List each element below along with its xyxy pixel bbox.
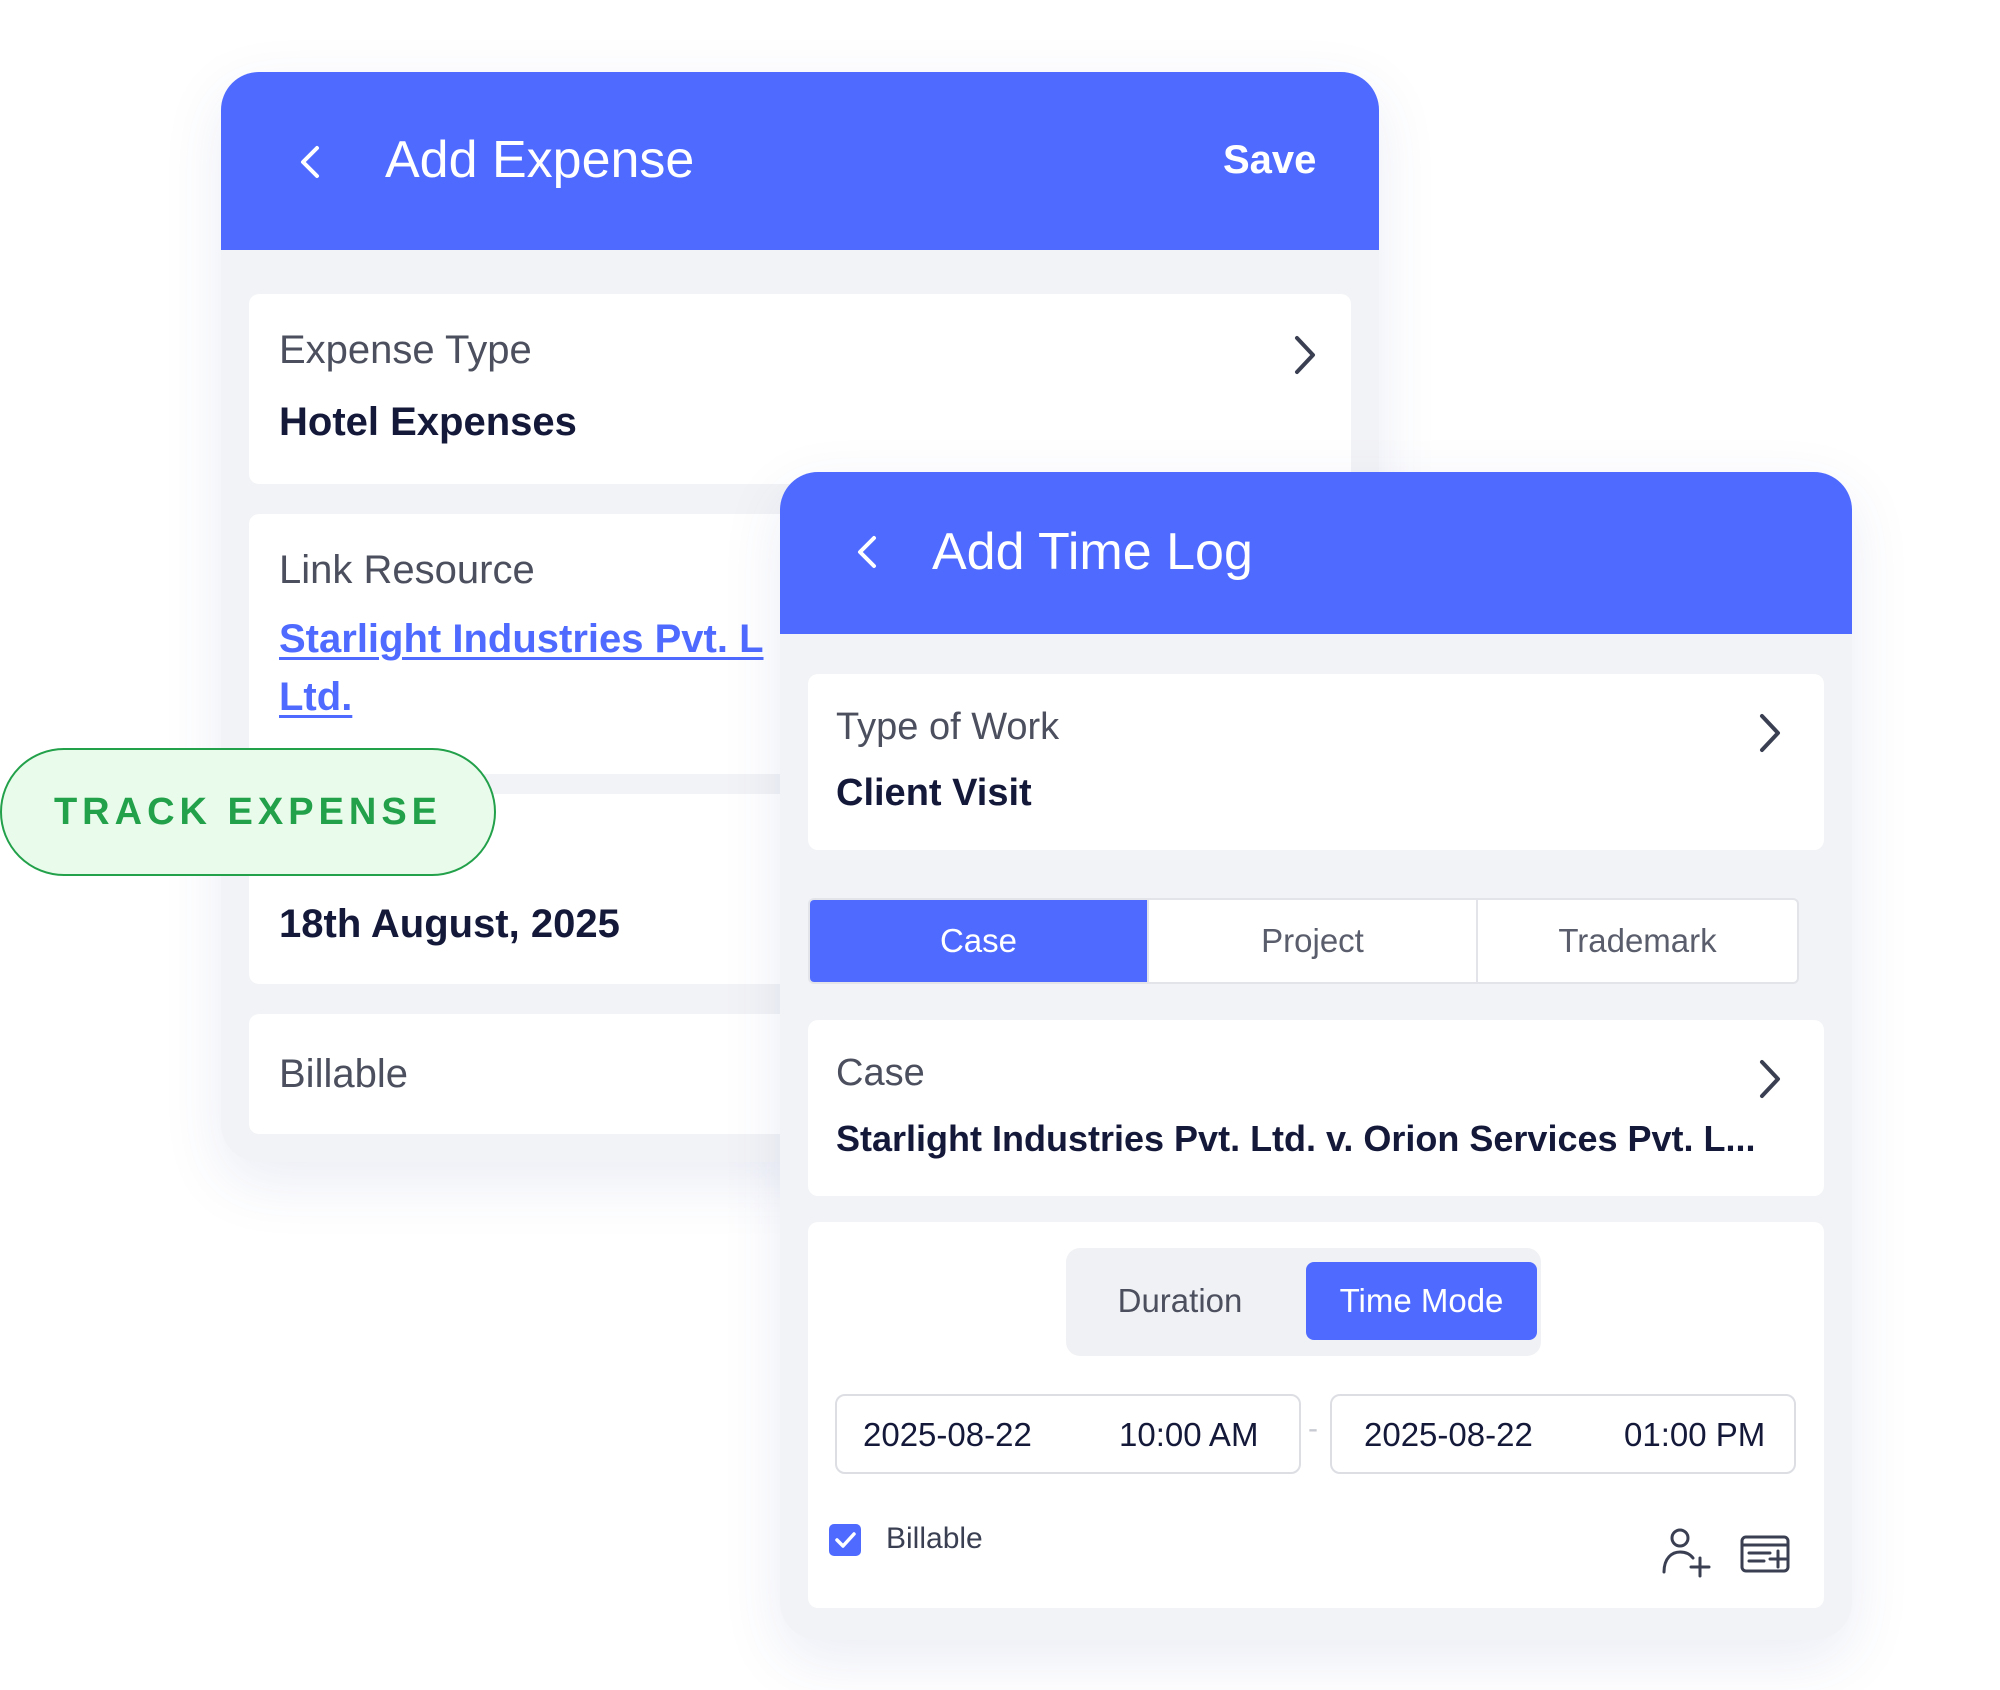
billable-checkbox[interactable] bbox=[829, 1524, 861, 1556]
case-value: Starlight Industries Pvt. Ltd. v. Orion … bbox=[836, 1118, 1756, 1159]
start-date-value: 2025-08-22 bbox=[863, 1416, 1032, 1453]
time-mode-option[interactable]: Time Mode bbox=[1306, 1262, 1537, 1340]
billable-label: Billable bbox=[886, 1522, 983, 1555]
type-of-work-field[interactable]: Type of Work Client Visit bbox=[808, 674, 1824, 850]
end-time-value: 01:00 PM bbox=[1624, 1416, 1766, 1453]
start-datetime-input[interactable]: 2025-08-22 10:00 AM bbox=[835, 1394, 1301, 1474]
tab-trademark[interactable]: Trademark bbox=[1476, 900, 1797, 982]
start-time-value: 10:00 AM bbox=[1119, 1416, 1259, 1453]
mode-toggle: Duration Time Mode bbox=[1066, 1248, 1541, 1356]
track-expense-badge: TRACK EXPENSE bbox=[0, 748, 496, 876]
type-of-work-value: Client Visit bbox=[836, 772, 1032, 814]
tab-case[interactable]: Case bbox=[810, 900, 1147, 982]
add-user-icon[interactable] bbox=[1660, 1526, 1712, 1578]
chevron-right-icon bbox=[1760, 714, 1780, 752]
end-date-value: 2025-08-22 bbox=[1364, 1416, 1533, 1453]
range-separator: - bbox=[1308, 1412, 1318, 1445]
type-of-work-label: Type of Work bbox=[836, 706, 1060, 748]
tab-project[interactable]: Project bbox=[1147, 900, 1476, 982]
case-label: Case bbox=[836, 1052, 925, 1094]
duration-option[interactable]: Duration bbox=[1080, 1262, 1280, 1340]
checkmark-icon bbox=[835, 1532, 856, 1548]
chevron-right-icon bbox=[1760, 1060, 1780, 1098]
end-datetime-input[interactable]: 2025-08-22 01:00 PM bbox=[1330, 1394, 1796, 1474]
resource-type-tabs: Case Project Trademark bbox=[808, 898, 1799, 984]
case-field[interactable]: Case Starlight Industries Pvt. Ltd. v. O… bbox=[808, 1020, 1824, 1196]
add-note-icon[interactable] bbox=[1740, 1534, 1792, 1578]
